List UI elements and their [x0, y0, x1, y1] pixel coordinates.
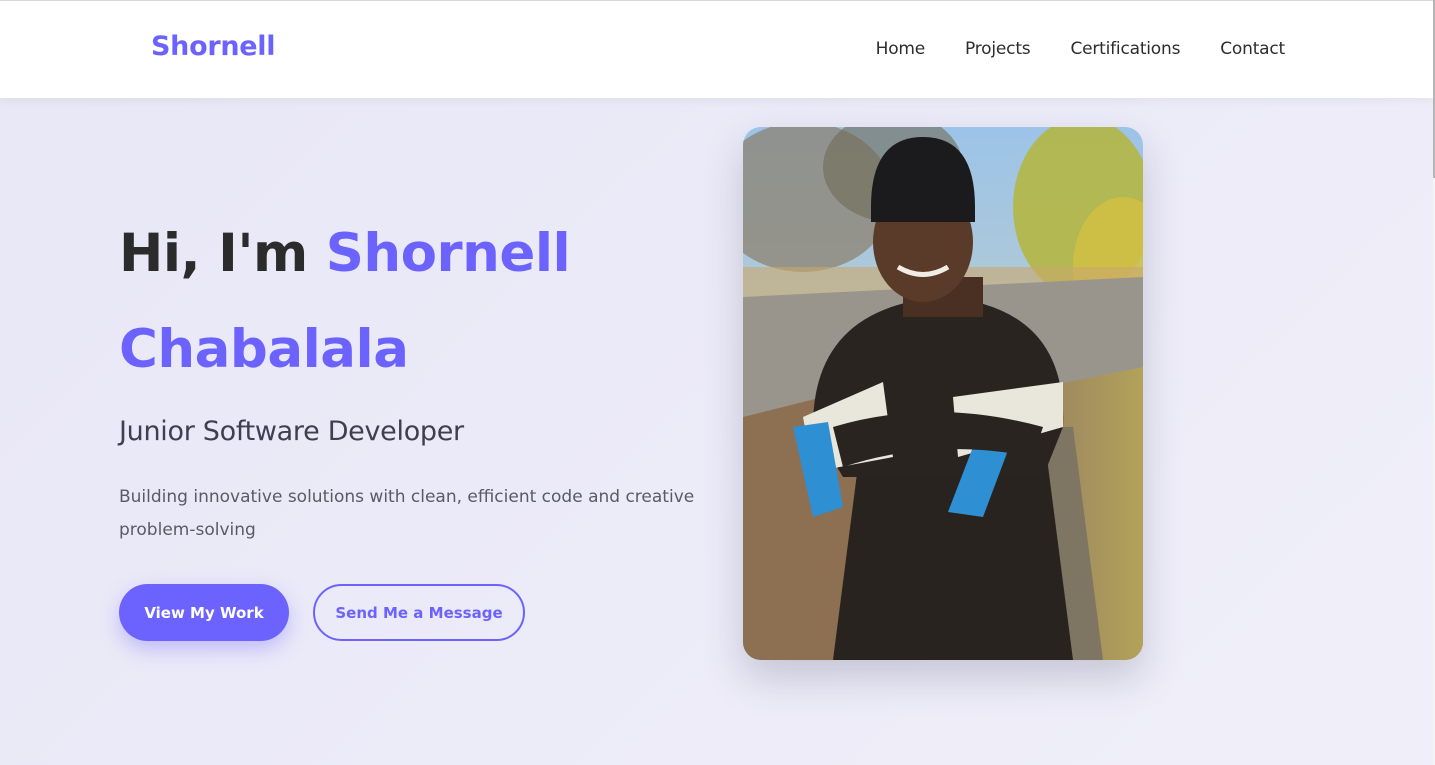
- navbar: Shornell Home Projects Certifications Co…: [0, 0, 1433, 98]
- hero-name-last: Chabalala: [119, 319, 409, 380]
- hero-greeting: Hi, I'm: [119, 223, 326, 284]
- nav-projects[interactable]: Projects: [965, 39, 1031, 59]
- nav-home[interactable]: Home: [876, 39, 926, 59]
- hero-title: Hi, I'm Shornell Chabalala: [119, 206, 719, 398]
- brand-logo[interactable]: Shornell: [151, 31, 275, 62]
- hero-description: Building innovative solutions with clean…: [119, 487, 695, 540]
- nav-certifications[interactable]: Certifications: [1070, 39, 1180, 59]
- portrait-illustration: [743, 127, 1143, 660]
- hero-subtitle: Junior Software Developer: [119, 416, 464, 447]
- view-my-work-button[interactable]: View My Work: [119, 584, 289, 641]
- nav-contact[interactable]: Contact: [1220, 39, 1285, 59]
- profile-photo: [743, 127, 1143, 660]
- nav-links: Home Projects Certifications Contact: [876, 39, 1286, 59]
- hero-name-first: Shornell: [325, 223, 571, 284]
- send-message-button[interactable]: Send Me a Message: [313, 584, 525, 641]
